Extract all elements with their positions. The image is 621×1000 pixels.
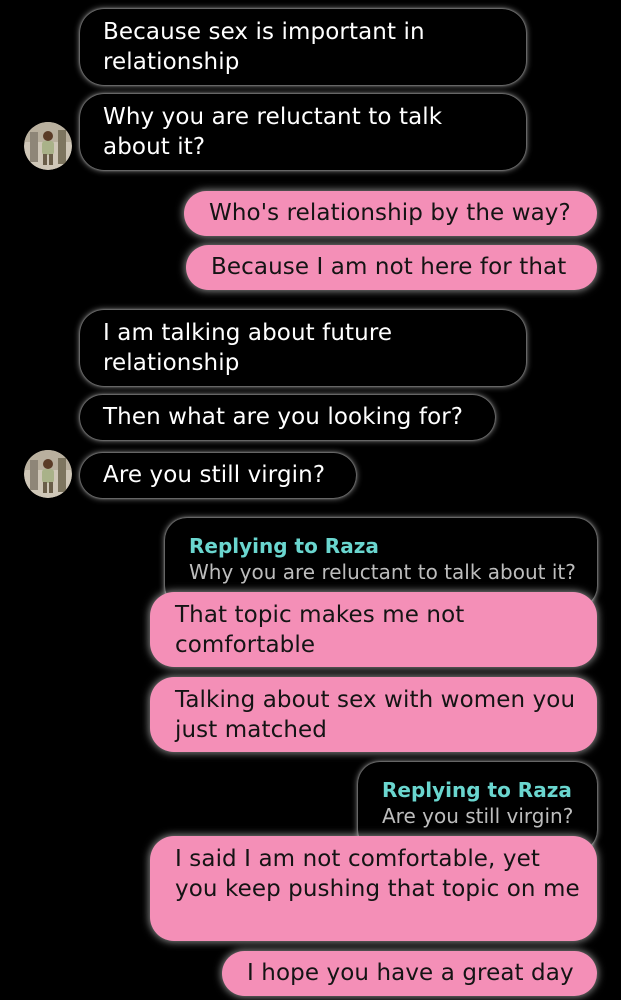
outgoing-message[interactable]: Who's relationship by the way?	[184, 191, 597, 236]
contact-avatar[interactable]	[24, 122, 72, 170]
incoming-message[interactable]: I am talking about future relationship	[80, 310, 526, 386]
message-text: Are you still virgin?	[103, 462, 326, 488]
avatar-photo-icon	[24, 122, 72, 170]
message-text: Why you are reluctant to talk about it?	[103, 104, 443, 160]
reply-quote-text: Are you still virgin?	[382, 804, 574, 828]
message-text: Who's relationship by the way?	[209, 200, 571, 226]
message-text: That topic makes me not comfortable	[175, 602, 465, 658]
chat-screen: Because sex is important in relationship…	[0, 0, 621, 1000]
message-text: I said I am not comfortable, yet you kee…	[175, 846, 580, 902]
incoming-message[interactable]: Then what are you looking for?	[80, 395, 495, 440]
message-text: Because I am not here for that	[211, 254, 567, 280]
outgoing-message[interactable]: Because I am not here for that	[186, 245, 597, 290]
message-text: Because sex is important in relationship	[103, 19, 425, 75]
incoming-message[interactable]: Are you still virgin?	[80, 453, 356, 498]
contact-avatar[interactable]	[24, 450, 72, 498]
incoming-message[interactable]: Why you are reluctant to talk about it?	[80, 94, 526, 170]
message-text: I hope you have a great day	[247, 960, 574, 986]
outgoing-message[interactable]: Talking about sex with women you just ma…	[150, 677, 597, 752]
avatar-photo-icon	[24, 450, 72, 498]
outgoing-message[interactable]: I said I am not comfortable, yet you kee…	[150, 836, 597, 941]
message-text: Talking about sex with women you just ma…	[175, 687, 576, 743]
reply-quote-text: Why you are reluctant to talk about it?	[189, 560, 576, 584]
outgoing-message[interactable]: I hope you have a great day	[222, 951, 597, 996]
reply-to-label: Replying to Raza	[382, 778, 572, 802]
message-text: Then what are you looking for?	[103, 404, 464, 430]
outgoing-message[interactable]: That topic makes me not comfortable	[150, 592, 597, 667]
incoming-message[interactable]: Because sex is important in relationship	[80, 9, 526, 85]
message-text: I am talking about future relationship	[103, 320, 393, 376]
reply-to-label: Replying to Raza	[189, 534, 379, 558]
